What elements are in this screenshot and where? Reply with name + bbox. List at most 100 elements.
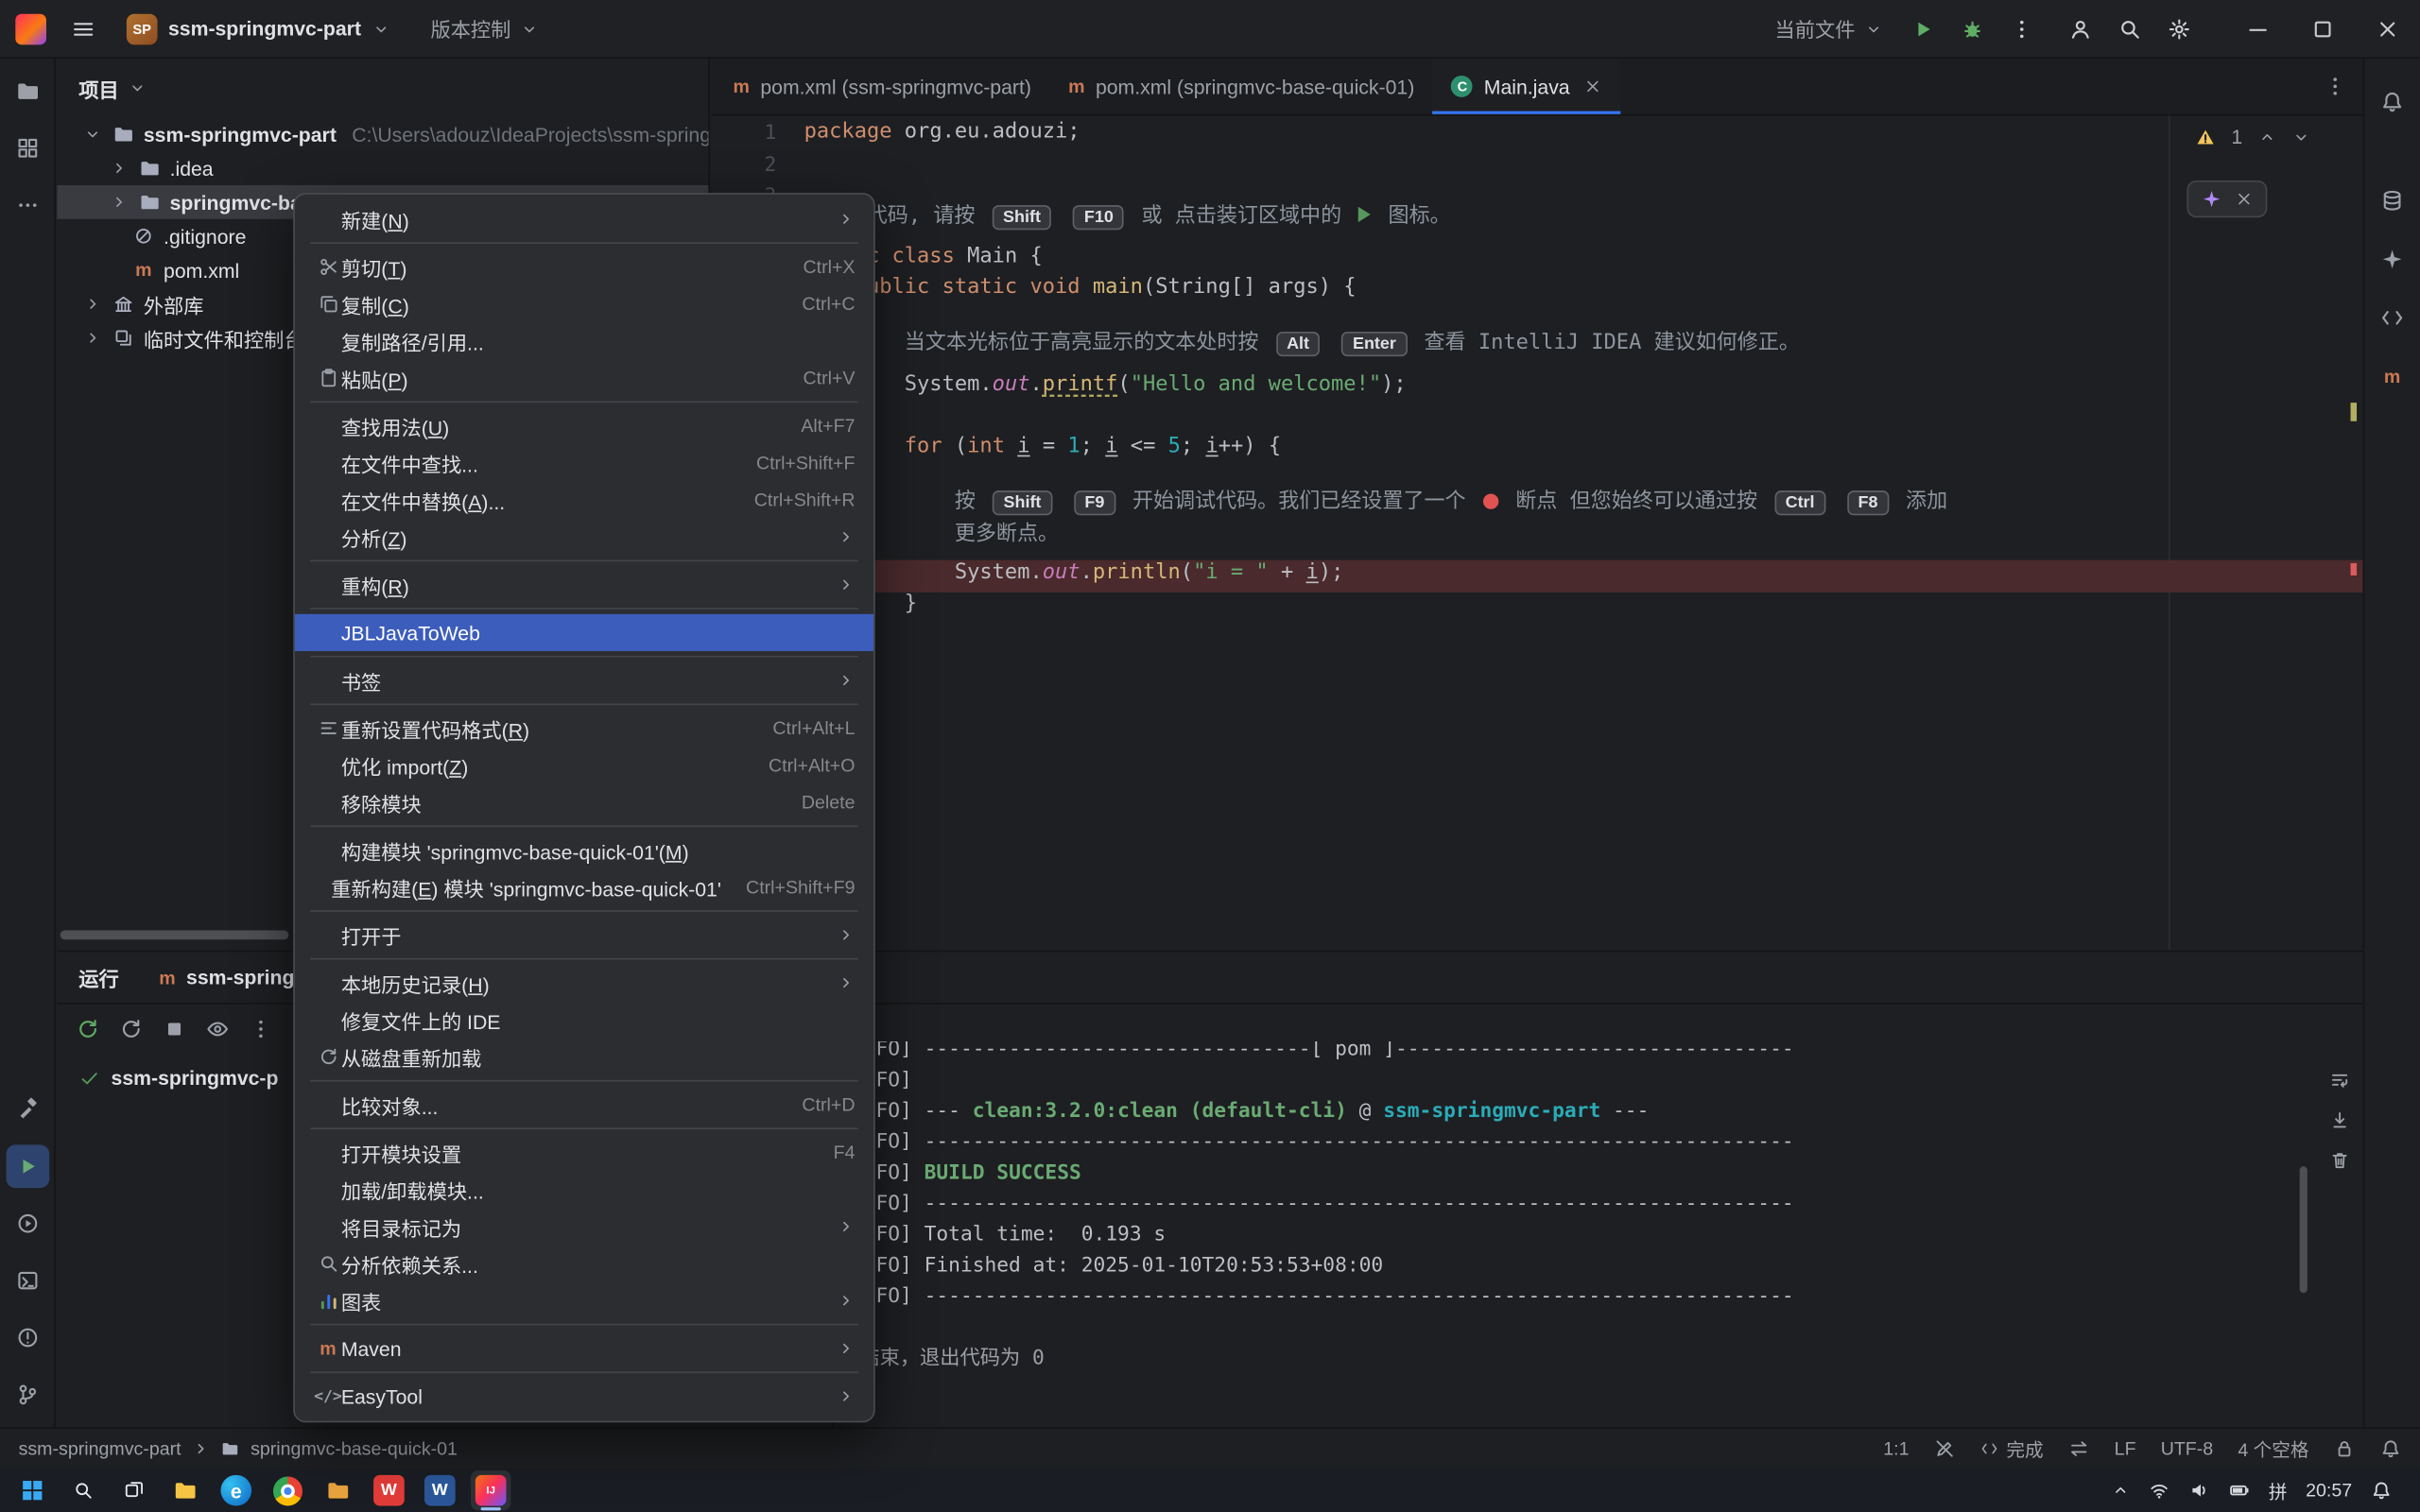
- menu-item[interactable]: 本地历史记录(H): [295, 964, 873, 1001]
- chevron-right-icon[interactable]: [82, 329, 104, 348]
- prev-problem-icon[interactable]: [2258, 128, 2277, 146]
- close-tab-icon[interactable]: [1583, 77, 1602, 96]
- tool-window-structure-icon[interactable]: [6, 127, 49, 170]
- editor-tab[interactable]: CMain.java: [1433, 59, 1621, 114]
- menu-item[interactable]: 分析依赖关系...: [295, 1246, 873, 1282]
- tool-window-documentation-icon[interactable]: [2371, 296, 2414, 339]
- taskbar-app-word[interactable]: W: [420, 1470, 459, 1510]
- sync-arrows-icon[interactable]: [2068, 1438, 2090, 1460]
- run-tree-item[interactable]: ssm-springmvc-p: [78, 1066, 278, 1089]
- menu-item[interactable]: 书签: [295, 662, 873, 698]
- menu-item[interactable]: 从磁盘重新加载: [295, 1039, 873, 1075]
- chevron-down-icon[interactable]: [82, 125, 104, 144]
- rerun-icon[interactable]: [76, 1017, 100, 1041]
- run-button[interactable]: [1910, 16, 1935, 41]
- menu-item[interactable]: 修复文件上的 IDE: [295, 1002, 873, 1039]
- vcs-widget[interactable]: 版本控制: [430, 14, 538, 43]
- menu-item[interactable]: 分析(Z): [295, 519, 873, 556]
- menu-item[interactable]: 在文件中替换(A)...Ctrl+Shift+R: [295, 481, 873, 518]
- editor-tab[interactable]: mpom.xml (springmvc-base-quick-01): [1050, 59, 1433, 114]
- cursor-position[interactable]: 1:1: [1883, 1438, 1909, 1460]
- console-output[interactable]: [INFO] --------------------------------[…: [839, 1041, 2298, 1424]
- wifi-icon[interactable]: [2149, 1480, 2170, 1502]
- line-number[interactable]: 2: [712, 150, 777, 181]
- debug-button[interactable]: [1960, 16, 1984, 41]
- notifications-icon[interactable]: [2380, 1438, 2402, 1460]
- taskbar-app-wps[interactable]: W: [369, 1470, 408, 1510]
- menu-item[interactable]: 重新设置代码格式(R)Ctrl+Alt+L: [295, 710, 873, 747]
- more-actions-icon[interactable]: [2010, 16, 2034, 41]
- menu-item[interactable]: JBLJavaToWeb: [295, 614, 873, 651]
- inspect-output-icon[interactable]: [205, 1017, 230, 1041]
- tray-expand-icon[interactable]: [2111, 1481, 2130, 1500]
- inspection-widget[interactable]: 1: [2194, 125, 2310, 147]
- menu-item[interactable]: mMaven: [295, 1330, 873, 1366]
- menu-item[interactable]: 构建模块 'springmvc-base-quick-01'(M): [295, 832, 873, 868]
- run-more-icon[interactable]: [249, 1017, 273, 1041]
- tool-window-version-control-icon[interactable]: [6, 1373, 49, 1417]
- editor-tab[interactable]: mpom.xml (ssm-springmvc-part): [715, 59, 1050, 114]
- tool-window-maven-icon[interactable]: m: [2371, 355, 2414, 399]
- tool-window-ai-assistant-icon[interactable]: [2371, 237, 2414, 281]
- project-panel-header[interactable]: 项目: [57, 59, 708, 117]
- scroll-to-end-icon[interactable]: [2329, 1109, 2351, 1131]
- tree-item[interactable]: .idea: [57, 151, 708, 185]
- chevron-right-icon[interactable]: [108, 159, 130, 178]
- project-widget[interactable]: SP ssm-springmvc-part: [114, 9, 403, 48]
- project-hscrollbar[interactable]: [60, 930, 289, 939]
- floating-editor-widget[interactable]: [2187, 180, 2267, 217]
- menu-item[interactable]: 新建(N): [295, 200, 873, 237]
- menu-item[interactable]: 重构(R): [295, 566, 873, 603]
- taskbar-app-edge[interactable]: e: [216, 1470, 256, 1510]
- menu-item[interactable]: 复制路径/引用...: [295, 322, 873, 359]
- line-separator-widget[interactable]: LF: [2115, 1438, 2136, 1460]
- window-minimize-button[interactable]: [2225, 0, 2290, 58]
- breadcrumb-module[interactable]: springmvc-base-quick-01: [251, 1438, 458, 1460]
- taskbar-app-intellij-idea[interactable]: IJ: [471, 1470, 510, 1510]
- analysis-widget[interactable]: 完成: [1980, 1435, 2044, 1462]
- chevron-right-icon[interactable]: [108, 193, 130, 212]
- menu-item[interactable]: 优化 import(Z)Ctrl+Alt+O: [295, 747, 873, 783]
- menu-item[interactable]: 剪切(T)Ctrl+X: [295, 249, 873, 285]
- tool-window-build-icon[interactable]: [6, 1088, 49, 1131]
- menu-item[interactable]: 在文件中查找...Ctrl+Shift+F: [295, 444, 873, 481]
- tab-options-icon[interactable]: [2323, 74, 2347, 98]
- user-account-icon[interactable]: [2068, 16, 2093, 41]
- encoding-widget[interactable]: UTF-8: [2161, 1438, 2214, 1460]
- readonly-toggle-icon[interactable]: [1934, 1438, 1956, 1460]
- menu-item[interactable]: 查找用法(U)Alt+F7: [295, 407, 873, 444]
- tool-window-database-icon[interactable]: [2371, 179, 2414, 222]
- taskbar-app-file-explorer[interactable]: [165, 1470, 205, 1510]
- close-icon[interactable]: [2235, 190, 2254, 209]
- menu-item[interactable]: 重新构建(E) 模块 'springmvc-base-quick-01'Ctrl…: [295, 868, 873, 905]
- tool-window-problems-icon[interactable]: [6, 1316, 49, 1360]
- main-menu-icon[interactable]: [61, 7, 105, 50]
- taskbar-app-task-view[interactable]: [114, 1470, 154, 1510]
- stop-icon[interactable]: [162, 1017, 186, 1041]
- tool-window-run-icon[interactable]: [6, 1144, 49, 1188]
- clear-console-icon[interactable]: [2329, 1149, 2351, 1171]
- menu-item[interactable]: 复制(C)Ctrl+C: [295, 285, 873, 322]
- tool-window-more-tool-windows-icon[interactable]: [6, 183, 49, 227]
- menu-item[interactable]: 移除模块Delete: [295, 783, 873, 820]
- soft-wrap-icon[interactable]: [2329, 1069, 2351, 1091]
- menu-item[interactable]: 粘贴(P)Ctrl+V: [295, 359, 873, 396]
- menu-item[interactable]: 图表: [295, 1282, 873, 1319]
- next-problem-icon[interactable]: [2291, 128, 2310, 146]
- tool-window-notifications-icon[interactable]: [2371, 80, 2414, 124]
- taskbar-app-start[interactable]: [12, 1470, 52, 1510]
- line-number[interactable]: 1: [712, 119, 777, 150]
- taskbar-app-folder[interactable]: [318, 1470, 357, 1510]
- menu-item[interactable]: 比较对象...Ctrl+D: [295, 1086, 873, 1123]
- run-tab[interactable]: m ssm-springm: [159, 966, 312, 988]
- window-close-button[interactable]: [2355, 0, 2420, 58]
- console-scrollbar[interactable]: [2300, 1166, 2308, 1293]
- taskbar-app-chrome[interactable]: [267, 1470, 306, 1510]
- lock-icon[interactable]: [2334, 1438, 2356, 1460]
- settings-icon[interactable]: [2167, 16, 2191, 41]
- refresh-icon[interactable]: [119, 1017, 144, 1041]
- run-configuration-selector[interactable]: 当前文件: [1775, 14, 1883, 43]
- code-editor[interactable]: 123456789101112131415 package org.eu.ado…: [712, 115, 2363, 950]
- volume-icon[interactable]: [2188, 1480, 2210, 1502]
- menu-item[interactable]: </>EasyTool: [295, 1378, 873, 1415]
